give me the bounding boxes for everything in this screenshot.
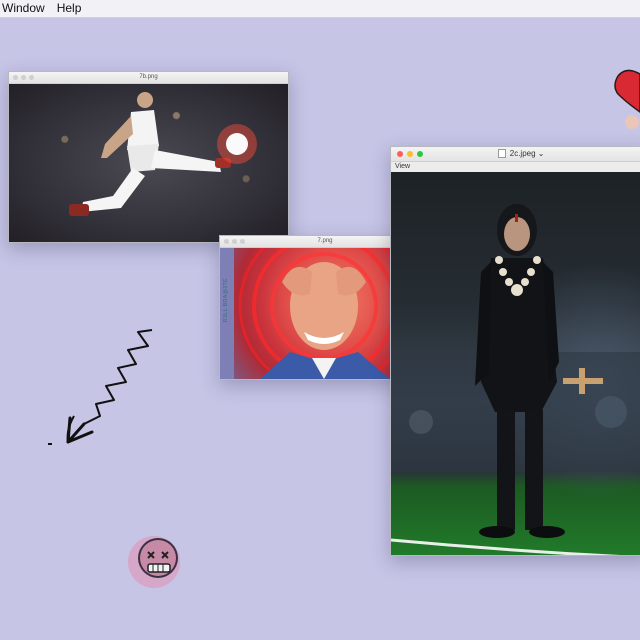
man-in-rain-illustration: [391, 204, 640, 555]
desktop: Window Help 7b.png 7.png R3LL BOA@3TE 2c…: [0, 0, 640, 640]
window-title: 7.png: [317, 238, 333, 244]
menu-help[interactable]: Help: [51, 0, 88, 17]
zoom-button[interactable]: [240, 239, 245, 244]
image-window-kick[interactable]: 7b.png: [8, 71, 289, 243]
close-button[interactable]: [397, 151, 403, 157]
photo-man-in-rain: [391, 172, 640, 555]
window-title: 2c.jpeg: [509, 149, 536, 158]
document-icon: [497, 149, 506, 159]
photo-player-kick: [9, 84, 288, 242]
skull-face-sticker: [128, 536, 180, 588]
menu-window[interactable]: Window: [0, 0, 51, 17]
player-kick-illustration: [69, 92, 257, 216]
minimize-button[interactable]: [232, 239, 237, 244]
title-bar[interactable]: 2c.jpeg ⌄: [391, 147, 640, 162]
close-button[interactable]: [224, 239, 229, 244]
window-controls: [224, 239, 245, 244]
toolbar: View: [391, 162, 640, 172]
window-title: 7b.png: [139, 74, 158, 80]
zoom-button[interactable]: [29, 75, 34, 80]
chevron-down-icon[interactable]: ⌄: [538, 149, 545, 158]
heart-sticker: [614, 69, 640, 129]
minimize-button[interactable]: [21, 75, 26, 80]
view-menu-label[interactable]: View: [395, 163, 410, 170]
window-controls: [13, 75, 34, 80]
squiggle-arrow-doodle: [48, 329, 153, 445]
close-button[interactable]: [13, 75, 18, 80]
image-window-2c[interactable]: 2c.jpeg ⌄ View: [390, 146, 640, 556]
window-controls: [397, 151, 423, 157]
title-bar[interactable]: 7b.png: [9, 72, 288, 84]
zoom-button[interactable]: [417, 151, 423, 157]
menu-bar: Window Help: [0, 0, 640, 18]
side-caption: R3LL BOA@3TE: [223, 278, 229, 322]
minimize-button[interactable]: [407, 151, 413, 157]
